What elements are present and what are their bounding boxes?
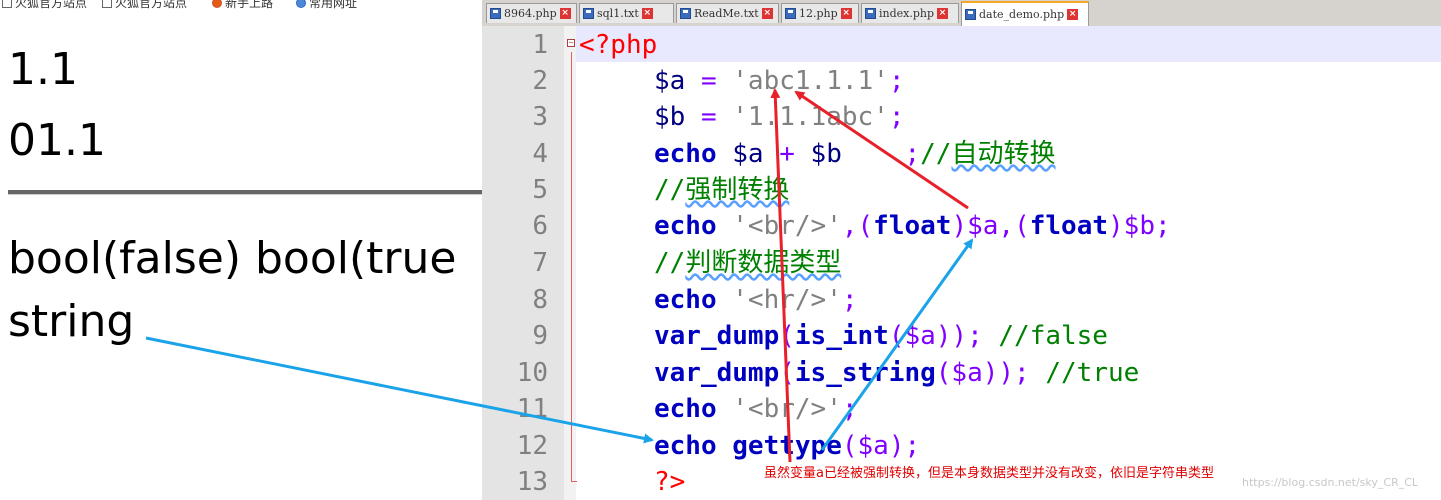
code-line-8[interactable]: echo '<hr/>';: [654, 282, 858, 318]
code-line-7[interactable]: //判断数据类型: [654, 245, 841, 281]
bookmark-item[interactable]: 新手上路: [212, 0, 273, 11]
tab-12-php[interactable]: 12.php ×: [781, 3, 859, 23]
line-number: 7: [532, 248, 548, 278]
code-editor: 8964.php × sql1.txt × ReadMe.txt × 12.php × …: [482, 0, 1441, 500]
editor-tab-bar: 8964.php × sql1.txt × ReadMe.txt × 12.php × …: [482, 0, 1441, 27]
line-number: 5: [532, 175, 548, 205]
code-line-1[interactable]: <?php: [579, 27, 657, 63]
browser-output-pane: 火狐官方站点 火狐官方站点 新手上路 常用网址 1.1 01.1 bool(fa…: [0, 0, 482, 500]
gettype-output: string: [8, 296, 135, 347]
save-disk-icon: [785, 8, 796, 19]
line-number: 8: [532, 285, 548, 315]
line-number: 13: [516, 467, 548, 497]
line-number: 3: [532, 102, 548, 132]
bookmark-item[interactable]: 火狐官方站点: [2, 0, 87, 11]
output-line-float-b: 01.1: [8, 115, 106, 166]
firefox-icon: [212, 0, 222, 8]
line-number: 9: [532, 321, 548, 351]
fold-margin: [564, 26, 576, 500]
bookmark-item[interactable]: 火狐官方站点: [102, 0, 187, 11]
line-number: 6: [532, 211, 548, 241]
tab-8964-php[interactable]: 8964.php ×: [486, 3, 577, 23]
tab-index-php[interactable]: index.php ×: [861, 3, 959, 23]
code-line-9[interactable]: var_dump(is_int($a)); //false: [654, 318, 1108, 354]
line-number: 11: [516, 394, 548, 424]
close-icon[interactable]: ×: [641, 8, 653, 19]
tab-date-demo-php[interactable]: date_demo.php ×: [961, 1, 1089, 26]
globe-icon: [296, 0, 306, 8]
bookmarks-bar: 火狐官方站点 火狐官方站点 新手上路 常用网址: [0, 0, 482, 11]
code-line-4[interactable]: echo $a + $b ;//自动转换: [654, 136, 1055, 172]
code-line-5[interactable]: //强制转换: [654, 172, 789, 208]
horizontal-rule: [8, 190, 482, 195]
close-icon[interactable]: ×: [1067, 9, 1079, 20]
save-disk-icon: [490, 8, 501, 19]
line-number: 2: [532, 66, 548, 96]
code-line-2[interactable]: $a = 'abc1.1.1';: [654, 63, 904, 99]
line-number: 1: [532, 30, 548, 60]
annotation-note: 虽然变量a已经被强制转换，但是本身数据类型并没有改变，依旧是字符串类型: [764, 466, 1214, 481]
close-icon[interactable]: ×: [937, 8, 949, 19]
close-icon[interactable]: ×: [559, 8, 571, 19]
save-disk-icon: [680, 8, 691, 19]
current-line-highlight: [576, 26, 1441, 62]
save-disk-icon: [583, 8, 594, 19]
bookmark-item[interactable]: 常用网址: [296, 0, 357, 11]
fold-toggle-icon[interactable]: −: [567, 39, 575, 47]
fold-guide-end: [571, 481, 577, 482]
line-number: 10: [516, 358, 548, 388]
page-icon: [2, 0, 12, 8]
save-disk-icon: [965, 9, 976, 20]
code-line-6[interactable]: echo '<br/>',(float)$a,(float)$b;: [654, 208, 1171, 244]
tab-readme-txt[interactable]: ReadMe.txt ×: [676, 3, 779, 23]
code-line-11[interactable]: echo '<br/>';: [654, 391, 858, 427]
code-line-3[interactable]: $b = '1.1.1abc';: [654, 99, 904, 135]
save-disk-icon: [865, 8, 876, 19]
var-dump-output: bool(false) bool(true: [8, 233, 457, 284]
output-line-float-a: 1.1: [8, 44, 78, 95]
code-line-12[interactable]: echo gettype($a);: [654, 428, 920, 464]
fold-guide: [571, 52, 572, 482]
tab-sql1-txt[interactable]: sql1.txt ×: [579, 3, 674, 23]
line-number: 12: [516, 431, 548, 461]
code-line-10[interactable]: var_dump(is_string($a)); //true: [654, 355, 1139, 391]
watermark-url: https://blog.csdn.net/sky_CR_CL: [1242, 476, 1419, 489]
close-icon[interactable]: ×: [761, 8, 773, 19]
close-icon[interactable]: ×: [840, 8, 852, 19]
code-line-13[interactable]: ?>: [654, 464, 685, 500]
page-icon: [102, 0, 112, 8]
line-number-gutter: 1 2 3 4 5 6 7 8 9 10 11 12 13: [482, 26, 564, 500]
line-number: 4: [532, 139, 548, 169]
